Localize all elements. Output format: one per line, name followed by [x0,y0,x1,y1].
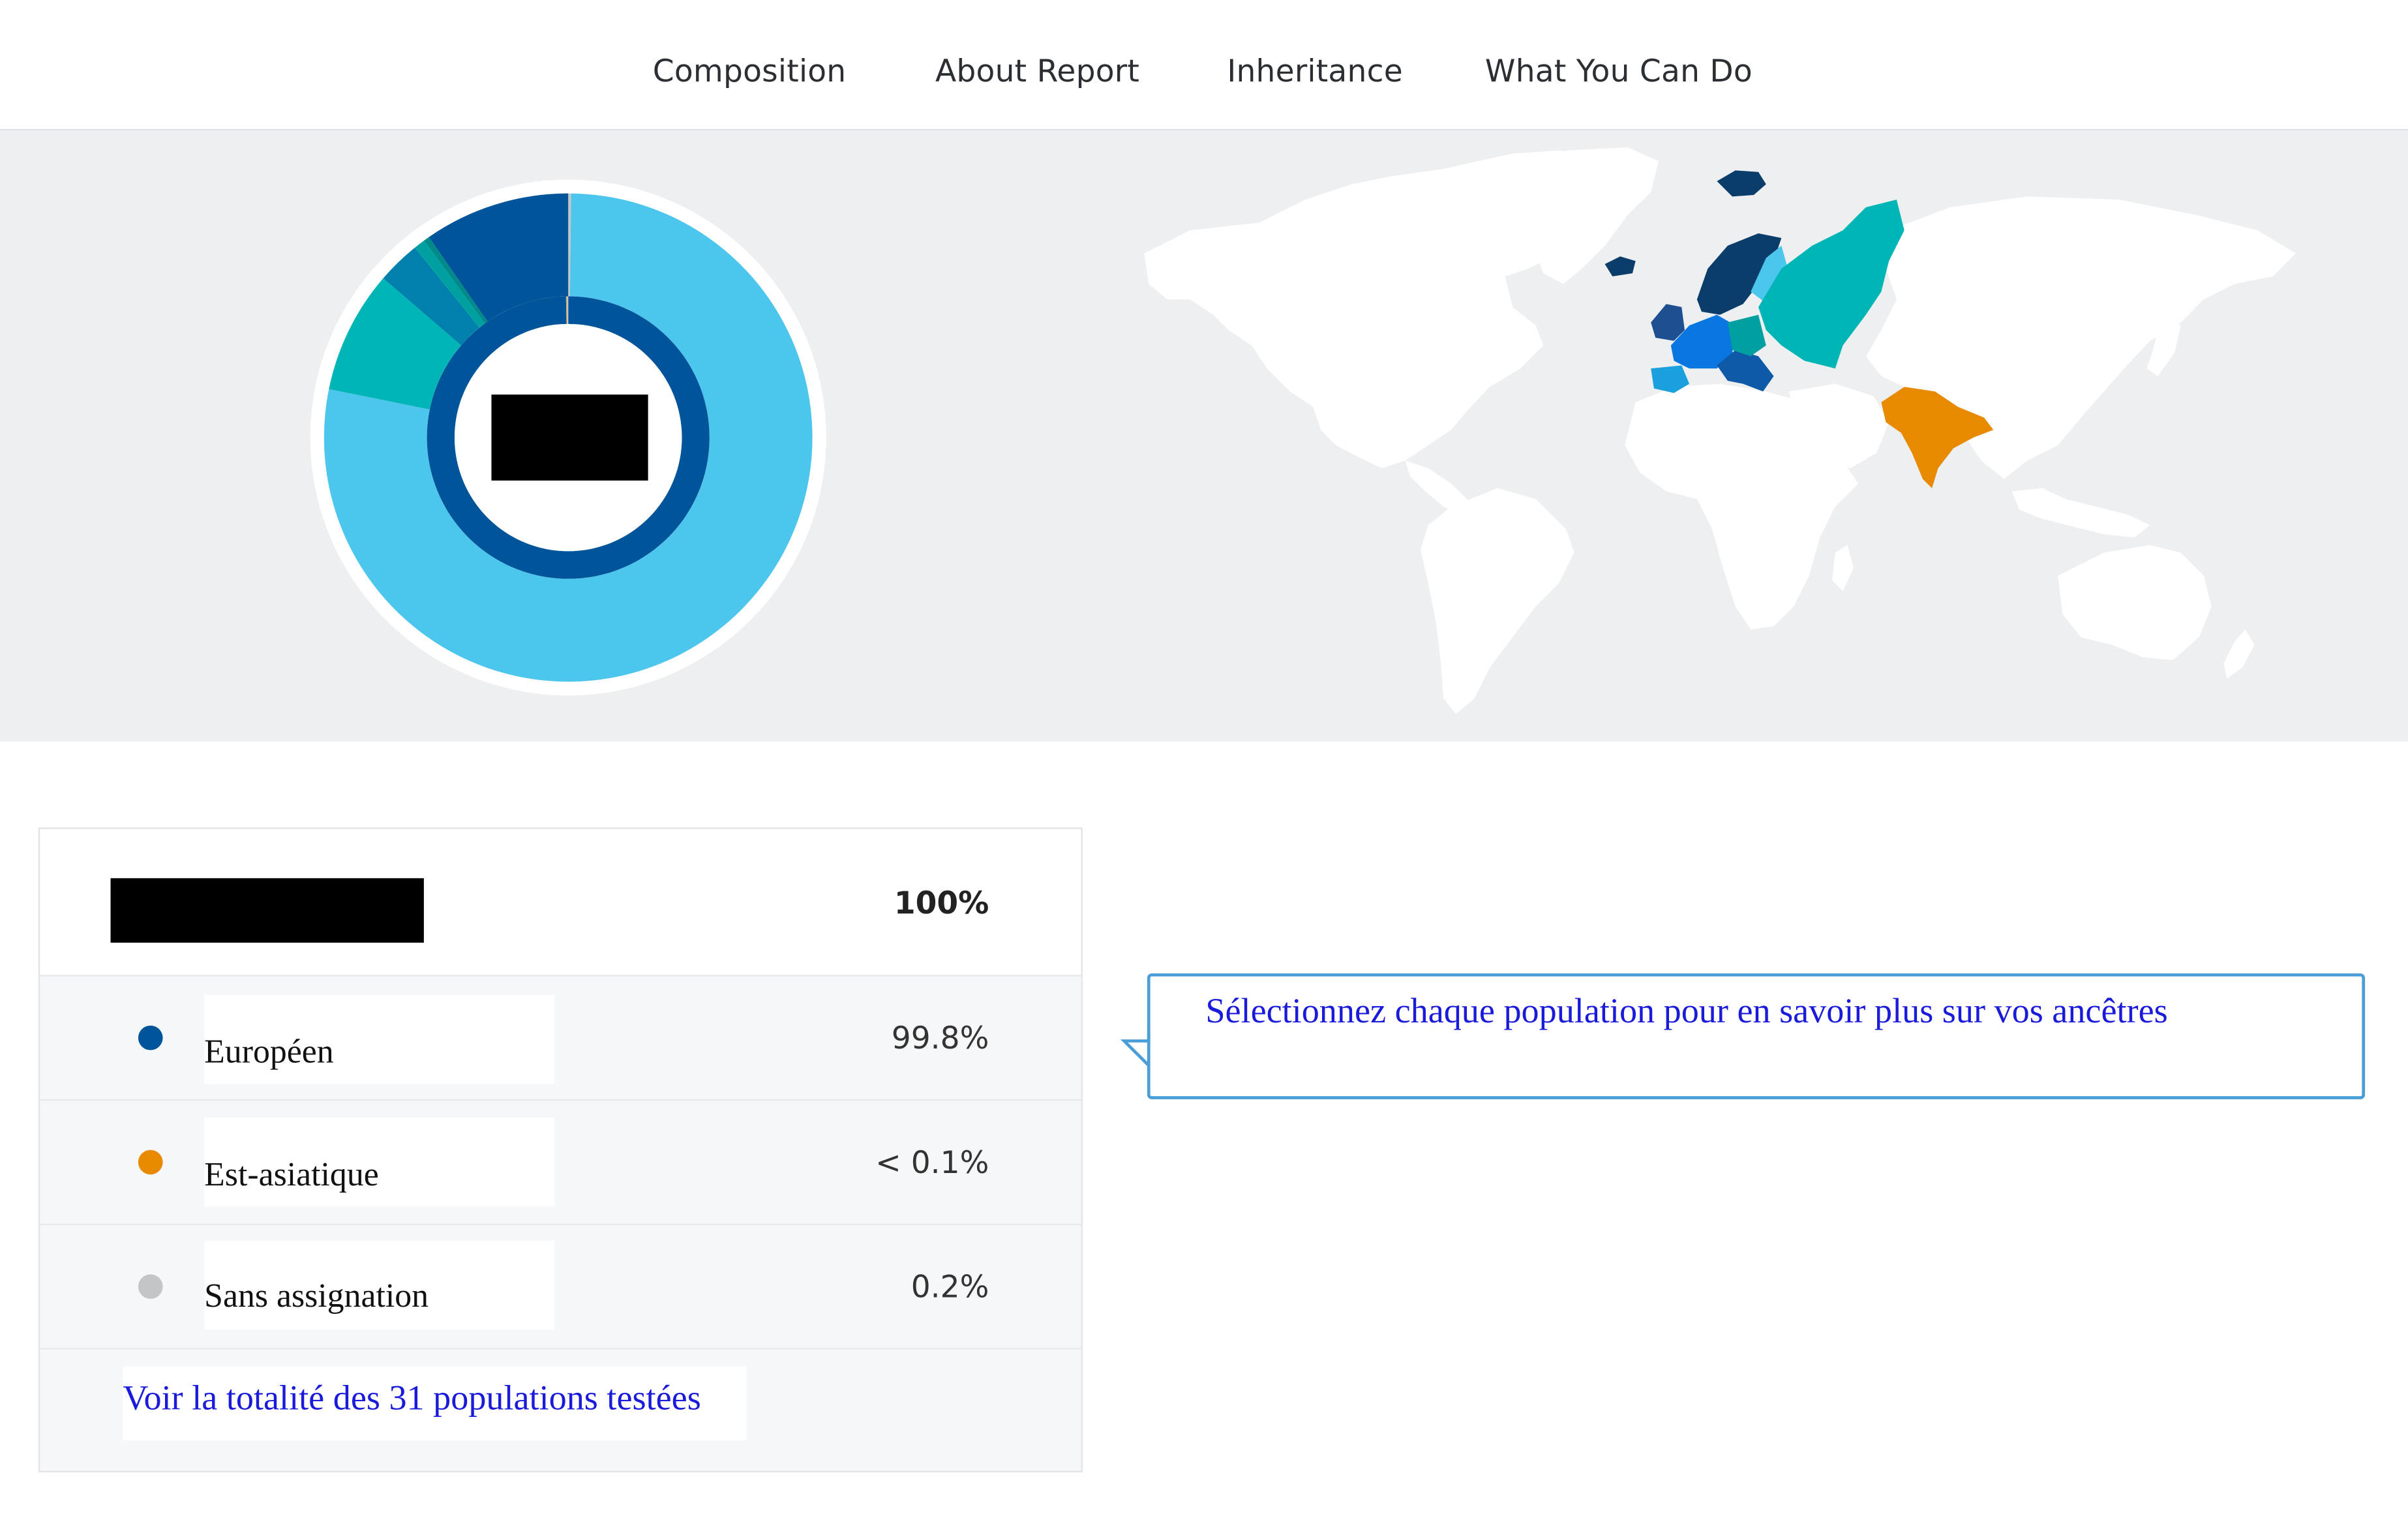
top-nav: Composition About Report Inheritance Wha… [0,0,2408,131]
callout-text: Sélectionnez chaque population pour en s… [1205,992,2168,1030]
panel-header: 100% [40,829,1081,977]
map-region-uk-ireland [1651,304,1685,341]
map-greenland [1517,147,1659,284]
population-label: Est-asiatique [204,1154,379,1193]
map-new-zealand [2223,629,2255,679]
population-percent: 99.8% [891,1019,989,1056]
population-percent: 0.2% [911,1268,989,1305]
tab-inheritance[interactable]: Inheritance [1227,52,1403,89]
population-panel: 100% Européen 99.8% Est-asiatique < 0.1%… [38,827,1083,1473]
ancestry-hero [0,130,2408,742]
map-south-america [1421,488,1574,714]
redacted-name [110,878,424,943]
callout-pointer [1120,1032,1151,1067]
map-madagascar [1832,544,1854,591]
ancestry-report-app: Composition About Report Inheritance Wha… [0,0,2408,1512]
world-map[interactable] [0,130,2408,741]
population-row-europeen[interactable]: Européen 99.8% [40,977,1081,1101]
total-percent: 100% [894,884,989,921]
see-all-populations-link[interactable]: Voir la totalité des 31 populations test… [123,1378,700,1418]
map-southeast-asia [2011,488,2150,538]
population-color-dot [138,1025,163,1050]
population-color-dot [138,1150,163,1175]
map-region-svalbard [1717,170,1766,197]
population-percent: < 0.1% [875,1144,989,1181]
tab-what-you-can-do[interactable]: What You Can Do [1485,52,1753,89]
tab-about-report[interactable]: About Report [935,52,1139,89]
map-region-eastern-europe [1727,314,1766,357]
instruction-callout: Sélectionnez chaque population pour en s… [1147,973,2366,1099]
population-label: Sans assignation [204,1275,429,1315]
map-region-iceland [1604,256,1636,276]
population-color-dot [138,1274,163,1299]
population-row-est-asiatique[interactable]: Est-asiatique < 0.1% [40,1101,1081,1225]
population-row-sans-assignation[interactable]: Sans assignation 0.2% [40,1225,1081,1350]
tab-composition[interactable]: Composition [653,52,847,89]
population-label: Européen [204,1032,334,1071]
map-australia [2058,544,2212,661]
